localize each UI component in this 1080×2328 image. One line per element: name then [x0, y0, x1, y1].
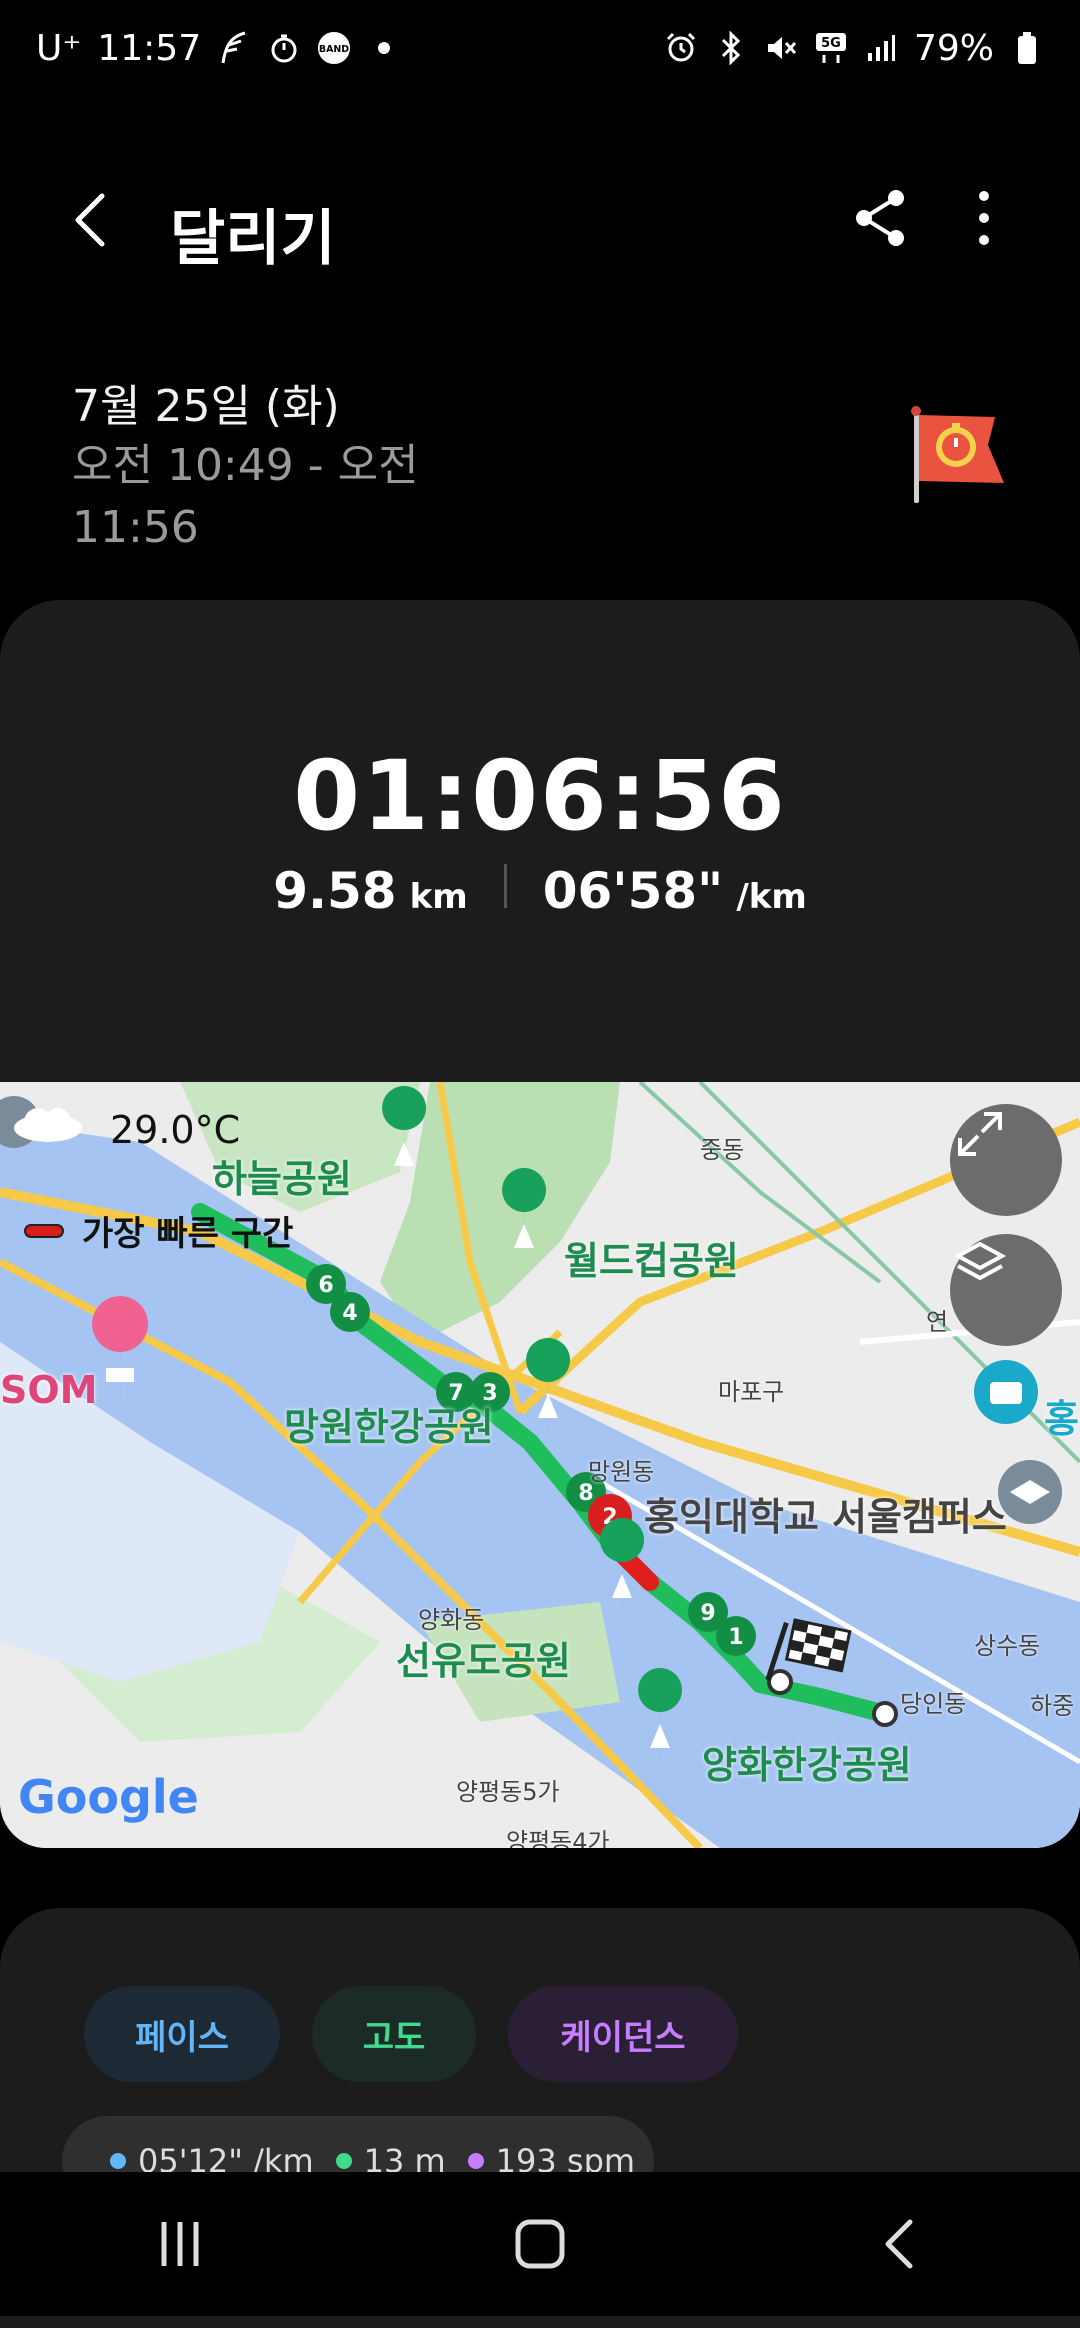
svg-text:5G: 5G — [821, 36, 841, 51]
map-small-label: 양평동5가 — [456, 1778, 560, 1806]
stat-divider — [503, 864, 507, 908]
map-small-label: 중동 — [700, 1136, 745, 1164]
tab-pace[interactable]: 페이스 — [84, 1986, 280, 2082]
5g-icon: 5G — [814, 31, 848, 65]
back-button[interactable] — [60, 186, 128, 254]
legend-swatch — [24, 1223, 64, 1238]
carrier-label: U⁺ — [36, 27, 82, 69]
more-options-button[interactable] — [950, 184, 1018, 252]
distance-unit: km — [409, 877, 468, 917]
chevron-left-icon — [75, 193, 105, 247]
back-icon — [885, 2219, 913, 2269]
cadence-dot — [467, 2153, 484, 2169]
timer-icon — [267, 31, 301, 65]
map-label-worldcup: 월드컵공원 — [564, 1239, 739, 1283]
map-small-label: 마포구 — [718, 1378, 785, 1406]
pace-stat: 06'58" /km — [543, 862, 807, 920]
distance-stat: 9.58 km — [273, 862, 468, 920]
home-button[interactable] — [480, 2199, 600, 2289]
app-header: 달리기 — [0, 160, 1080, 280]
distance-value: 9.58 — [273, 862, 397, 920]
bluetooth-icon — [714, 31, 748, 65]
map-small-label: 양평동4가 — [506, 1828, 610, 1848]
status-right: 5G 79% — [664, 28, 1044, 69]
recent-apps-icon — [161, 2222, 199, 2266]
temperature-label: 29.0°C — [110, 1108, 241, 1152]
google-logo: Google — [18, 1770, 199, 1824]
altitude-dot — [335, 2153, 352, 2169]
recent-apps-button[interactable] — [120, 2199, 240, 2289]
pace-value: 06'58" — [542, 862, 724, 920]
alarm-icon — [664, 31, 698, 65]
map-small-label: 상수동 — [974, 1632, 1041, 1660]
map-small-label: 연 — [926, 1308, 949, 1336]
map-canvas: 6 4 7 3 8 2 9 1 — [0, 1082, 1080, 1848]
svg-text:BAND: BAND — [319, 44, 349, 55]
map-label-haneul: 하늘공원 — [212, 1157, 352, 1201]
dot-icon — [367, 31, 401, 65]
battery-percent: 79% — [913, 27, 994, 69]
status-left: U⁺ 11:57 BAND — [36, 28, 401, 69]
summary-card: 01:06:56 9.58 km 06'58" /km — [0, 600, 1080, 1160]
legend-label: 가장 빠른 구간 — [82, 1214, 294, 1254]
split-marker: 6 — [318, 1273, 333, 1298]
tab-cadence[interactable]: 케이던스 — [508, 1986, 738, 2082]
pace-dot — [110, 2153, 126, 2169]
split-marker: 9 — [700, 1601, 715, 1626]
stats-row: 9.58 km 06'58" /km — [0, 862, 1080, 920]
map-small-label: 양화동 — [418, 1606, 485, 1634]
map-layers-button[interactable] — [950, 1234, 1062, 1346]
band-icon: BAND — [317, 31, 351, 65]
tab-altitude[interactable]: 고도 — [312, 1986, 476, 2082]
expand-map-button[interactable] — [950, 1104, 1062, 1216]
map-label-som: SOM — [0, 1368, 98, 1412]
map-small-label: 망원동 — [588, 1458, 655, 1486]
system-nav-bar — [0, 2172, 1080, 2316]
system-back-button[interactable] — [840, 2199, 960, 2289]
status-time: 11:57 — [97, 27, 202, 69]
map-label-yanghwa: 양화한강공원 — [702, 1743, 912, 1787]
mute-icon — [764, 31, 798, 65]
home-icon — [515, 2219, 565, 2269]
cloud-icon — [8, 1102, 88, 1146]
signal-icon — [864, 31, 898, 65]
map-small-label: 당인동 — [900, 1690, 967, 1718]
status-bar: U⁺ 11:57 BAND 5G 79% — [0, 0, 1080, 96]
split-marker: 4 — [342, 1301, 357, 1326]
map-label-hongik: 홍익대학교 서울캠퍼스 — [644, 1495, 1007, 1539]
workout-time-range: 오전 10:49 - 오전 11:56 — [72, 440, 419, 553]
map-label-hong: 홍 — [1044, 1397, 1079, 1441]
pace-unit: /km — [736, 877, 807, 917]
share-icon — [856, 190, 904, 246]
split-marker: 1 — [728, 1625, 743, 1650]
google-logo-text: Google — [18, 1770, 199, 1824]
page-title: 달리기 — [170, 204, 336, 274]
route-map[interactable]: 6 4 7 3 8 2 9 1 29.0°C 가장 빠른 구간 하늘공원 월드컵… — [0, 1082, 1080, 1848]
feather-icon — [217, 31, 251, 65]
map-label-seonyudo: 선유도공원 — [396, 1639, 571, 1683]
more-vert-icon — [979, 191, 989, 245]
expand-icon — [958, 1112, 1002, 1156]
fastest-segment-legend: 가장 빠른 구간 — [24, 1206, 293, 1255]
map-label-mangwon: 망원한강공원 — [284, 1405, 494, 1449]
battery-icon — [1010, 31, 1044, 65]
workout-date: 7월 25일 (화) — [72, 381, 340, 432]
layers-icon — [953, 1241, 1007, 1281]
workout-duration: 01:06:56 — [293, 740, 787, 852]
stopwatch-flag-icon — [900, 405, 1010, 505]
share-button[interactable] — [846, 184, 914, 252]
map-small-label: 하중 — [1030, 1692, 1075, 1720]
